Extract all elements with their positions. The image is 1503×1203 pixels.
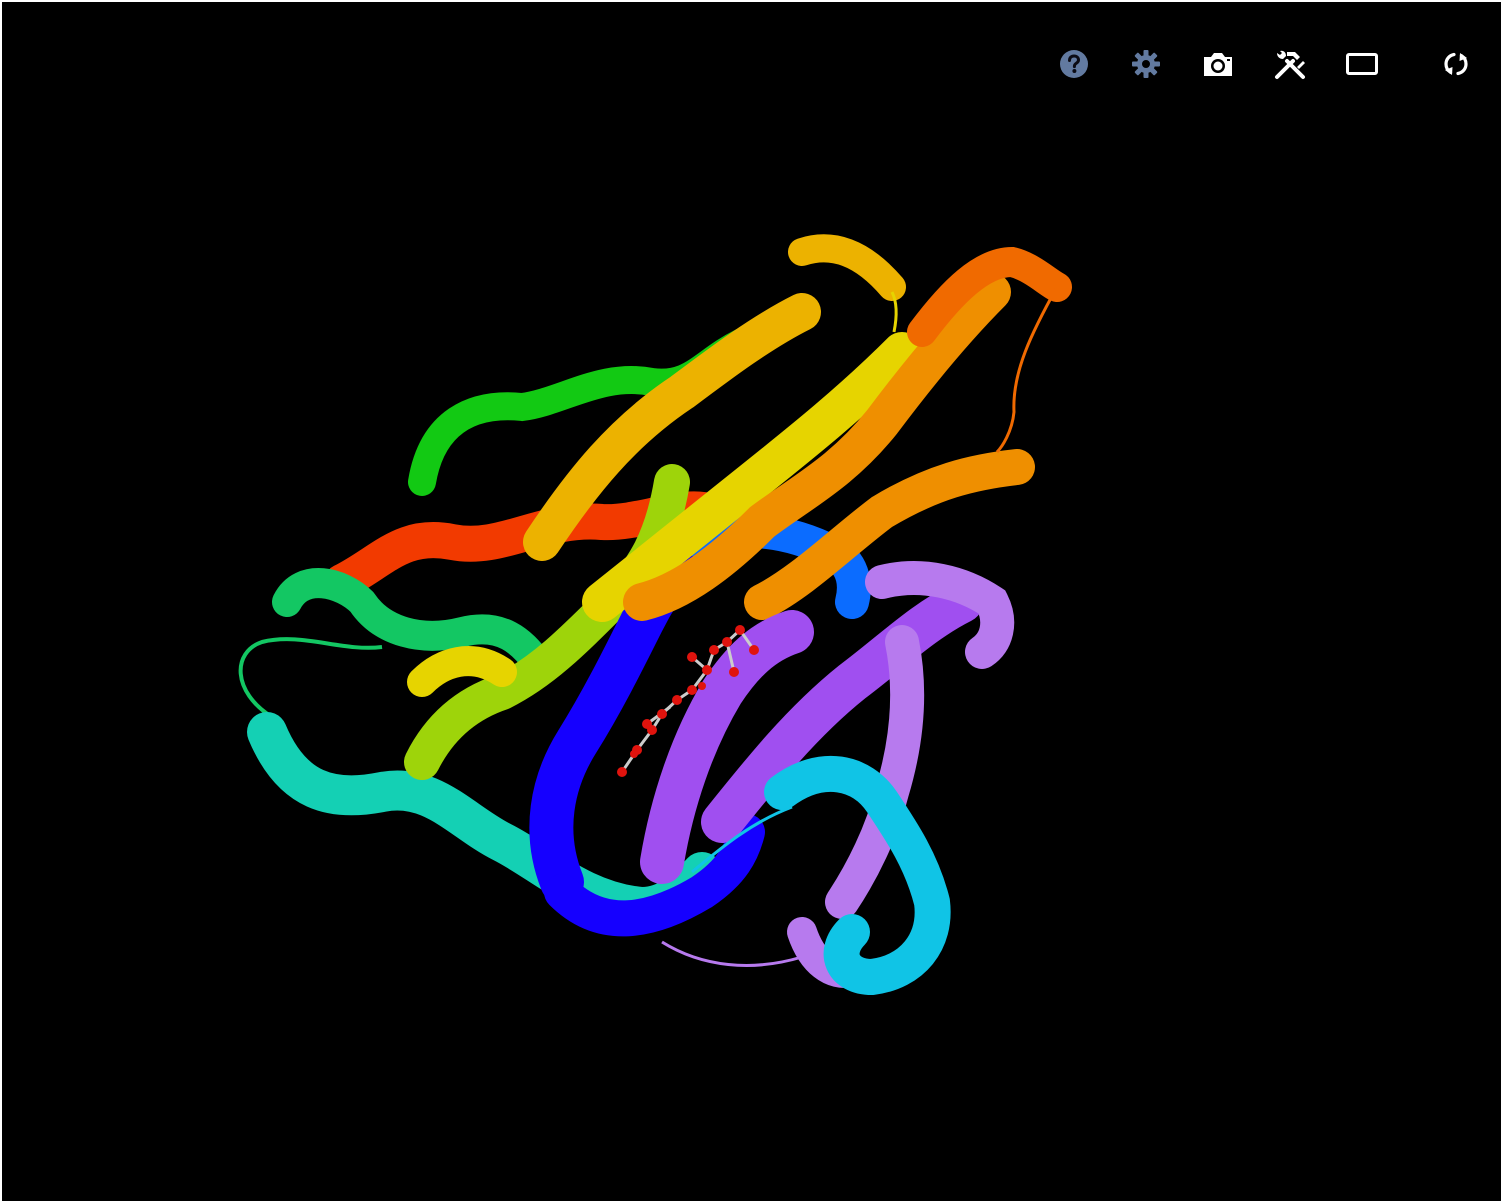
- protein-3d-canvas[interactable]: [2, 2, 1501, 1201]
- settings-button[interactable]: [1124, 42, 1168, 86]
- loop-lavender: [661, 940, 803, 967]
- help-button[interactable]: [1052, 42, 1096, 86]
- helix-gold-cap: [788, 234, 906, 301]
- rectangle-icon: [1346, 53, 1378, 75]
- reset-button[interactable]: [1434, 42, 1478, 86]
- helix-emerald-left: [272, 568, 552, 677]
- helix-lime-tail: [407, 646, 517, 697]
- question-circle-icon: [1060, 50, 1088, 78]
- gear-icon: [1132, 50, 1160, 78]
- loop-green: [238, 637, 383, 719]
- tools-icon: [1275, 50, 1305, 79]
- controls-button[interactable]: [1268, 42, 1312, 86]
- viewer-toolbar: [1052, 42, 1492, 86]
- helix-teal: [247, 712, 722, 928]
- camera-icon: [1204, 53, 1232, 76]
- reset-arrows-icon: [1444, 52, 1468, 76]
- screenshot-button[interactable]: [1196, 42, 1240, 86]
- loop-orange: [995, 286, 1059, 454]
- expand-button[interactable]: [1340, 42, 1384, 86]
- molecule-viewer[interactable]: [2, 2, 1501, 1201]
